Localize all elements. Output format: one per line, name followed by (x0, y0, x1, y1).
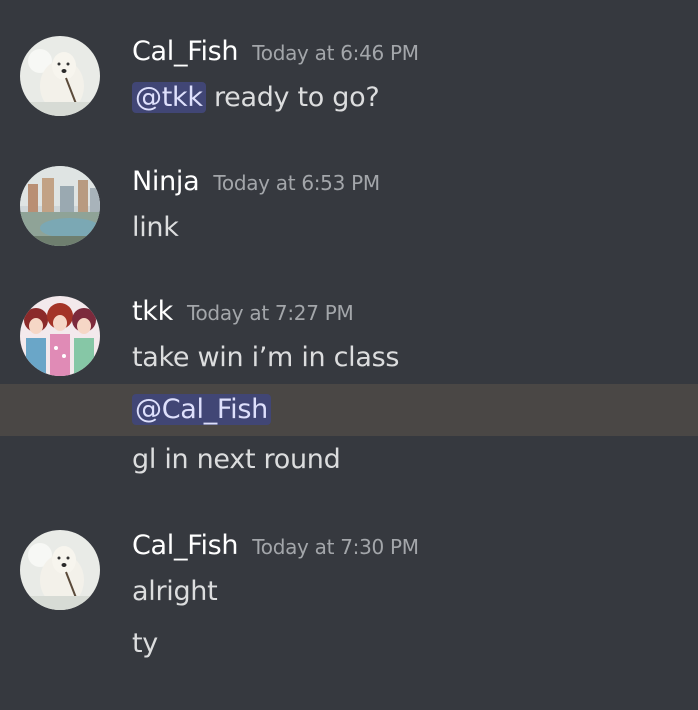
message-content: alright (132, 576, 218, 607)
username[interactable]: Cal_Fish (132, 36, 239, 67)
message-text: @tkk ready to go? (132, 78, 380, 118)
message-line: gl in next round (0, 436, 698, 488)
message-header: Cal_Fish Today at 7:30 PM (132, 530, 419, 566)
message-line: take win i’m in class (0, 334, 698, 386)
message-line: ty (0, 620, 698, 672)
timestamp[interactable]: Today at 7:27 PM (187, 301, 354, 325)
chat-message-list: Cal_Fish Today at 6:46 PM @tkk ready to g… (0, 0, 698, 710)
message-content: gl in next round (132, 444, 341, 475)
message-content: ty (132, 628, 158, 659)
user-mention[interactable]: @tkk (132, 82, 206, 113)
message-header: tkk Today at 7:27 PM (132, 296, 354, 332)
timestamp[interactable]: Today at 7:30 PM (252, 535, 419, 559)
username[interactable]: tkk (132, 296, 173, 327)
message-content: ready to go? (205, 82, 380, 113)
username[interactable]: Ninja (132, 166, 200, 197)
timestamp[interactable]: Today at 6:46 PM (252, 41, 419, 65)
message-line: @tkk ready to go? (0, 74, 698, 126)
message-text: @Cal_Fish (132, 390, 271, 430)
user-mention[interactable]: @Cal_Fish (132, 394, 271, 425)
message-header: Cal_Fish Today at 6:46 PM (132, 36, 419, 72)
message-content: take win i’m in class (132, 342, 400, 373)
message-line-highlighted: @Cal_Fish (0, 384, 698, 436)
message-line: link (0, 204, 698, 256)
username[interactable]: Cal_Fish (132, 530, 239, 561)
timestamp[interactable]: Today at 6:53 PM (213, 171, 380, 195)
message-content: link (132, 212, 179, 243)
message-line: alright (0, 568, 698, 620)
message-header: Ninja Today at 6:53 PM (132, 166, 380, 202)
